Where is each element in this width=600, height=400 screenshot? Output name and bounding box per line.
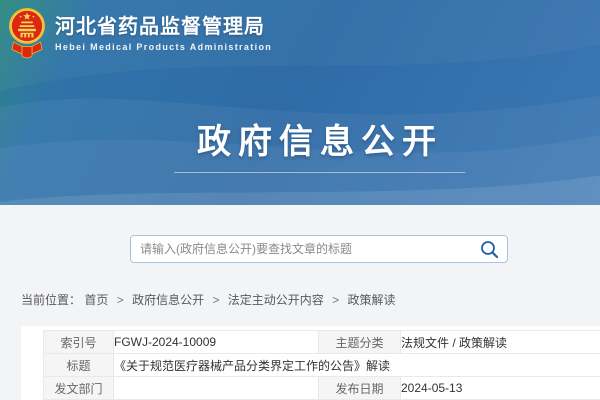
title-label: 标题 xyxy=(44,354,114,377)
brand-name-en: Hebei Medical Products Administration xyxy=(55,42,272,52)
breadcrumb-separator: > xyxy=(212,293,219,307)
table-row: 发文部门 发布日期 2024-05-13 xyxy=(44,377,600,400)
content-section: 当前位置： 首页 > 政府信息公开 > 法定主动公开内容 > 政策解读 索引号 … xyxy=(0,205,600,400)
breadcrumb-separator: > xyxy=(117,293,124,307)
breadcrumb-prefix: 当前位置： xyxy=(21,293,81,307)
breadcrumb-item-home[interactable]: 首页 xyxy=(84,293,108,307)
site-header: 河北省药品监督管理局 Hebei Medical Products Admini… xyxy=(0,0,600,205)
issuing-department-value xyxy=(114,377,319,400)
breadcrumb: 当前位置： 首页 > 政府信息公开 > 法定主动公开内容 > 政策解读 xyxy=(21,291,396,308)
document-title-value: 《关于规范医疗器械产品分类界定工作的公告》解读 xyxy=(114,354,600,377)
publish-date-value: 2024-05-13 xyxy=(401,377,600,400)
search-input[interactable] xyxy=(131,236,475,262)
search-box xyxy=(130,235,508,263)
table-row: 索引号 FGWJ-2024-10009 主题分类 法规文件 / 政策解读 xyxy=(44,331,600,354)
topic-category-value: 法规文件 / 政策解读 xyxy=(401,331,600,354)
site-logo[interactable]: 河北省药品监督管理局 Hebei Medical Products Admini… xyxy=(8,7,272,61)
brand-text: 河北省药品监督管理局 Hebei Medical Products Admini… xyxy=(55,7,272,52)
index-number-value: FGWJ-2024-10009 xyxy=(114,331,319,354)
title-underline xyxy=(174,172,465,173)
breadcrumb-item-statutory-disclosure[interactable]: 法定主动公开内容 xyxy=(228,293,324,307)
national-emblem-icon xyxy=(8,7,46,61)
document-card: 索引号 FGWJ-2024-10009 主题分类 法规文件 / 政策解读 标题 … xyxy=(21,326,600,400)
table-row: 标题 《关于规范医疗器械产品分类界定工作的公告》解读 xyxy=(44,354,600,377)
topic-category-label: 主题分类 xyxy=(319,331,401,354)
search-icon xyxy=(480,240,499,259)
breadcrumb-item-policy-interpretation[interactable]: 政策解读 xyxy=(348,293,396,307)
page-title: 政府信息公开 xyxy=(20,114,600,163)
brand-name-zh: 河北省药品监督管理局 xyxy=(55,10,272,39)
publish-date-label: 发布日期 xyxy=(319,377,401,400)
breadcrumb-separator: > xyxy=(332,293,339,307)
search-button[interactable] xyxy=(475,236,503,262)
document-meta-table: 索引号 FGWJ-2024-10009 主题分类 法规文件 / 政策解读 标题 … xyxy=(43,330,600,400)
issuing-department-label: 发文部门 xyxy=(44,377,114,400)
breadcrumb-item-info-disclosure[interactable]: 政府信息公开 xyxy=(132,293,204,307)
index-number-label: 索引号 xyxy=(44,331,114,354)
